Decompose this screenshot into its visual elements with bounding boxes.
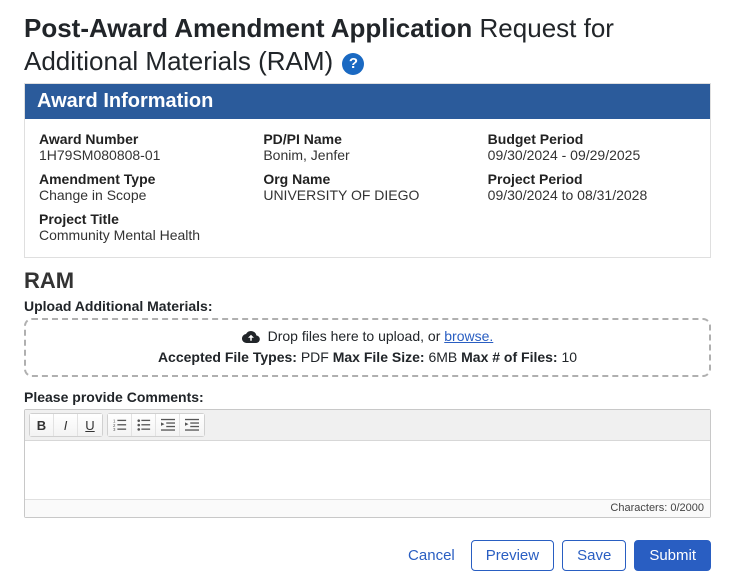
award-number-value: 1H79SM080808-01 bbox=[39, 147, 247, 163]
page-title: Post-Award Amendment Application Request… bbox=[24, 12, 711, 77]
cloud-upload-icon bbox=[242, 330, 260, 347]
unordered-list-button[interactable] bbox=[132, 414, 156, 436]
accepted-label: Accepted File Types: bbox=[158, 349, 301, 365]
browse-link[interactable]: browse. bbox=[444, 328, 493, 344]
amendment-type-value: Change in Scope bbox=[39, 187, 247, 203]
cancel-button[interactable]: Cancel bbox=[400, 541, 463, 570]
drop-text: Drop files here to upload, or bbox=[268, 328, 445, 344]
page-title-sub2: (RAM) bbox=[258, 46, 333, 76]
pdpi-value: Bonim, Jenfer bbox=[263, 147, 471, 163]
ordered-list-button[interactable]: 123 bbox=[108, 414, 132, 436]
project-title-label: Project Title bbox=[39, 211, 696, 227]
outdent-button[interactable] bbox=[156, 414, 180, 436]
comments-label: Please provide Comments: bbox=[24, 389, 711, 405]
submit-button[interactable]: Submit bbox=[634, 540, 711, 571]
char-count: Characters: 0/2000 bbox=[25, 499, 710, 517]
underline-button[interactable]: U bbox=[78, 414, 102, 436]
comments-textarea[interactable] bbox=[25, 441, 710, 499]
pdpi-label: PD/PI Name bbox=[263, 131, 471, 147]
award-panel-header: Award Information bbox=[25, 84, 710, 119]
award-grid: Award Number 1H79SM080808-01 PD/PI Name … bbox=[25, 119, 710, 257]
project-period-label: Project Period bbox=[488, 171, 696, 187]
save-button[interactable]: Save bbox=[562, 540, 626, 571]
actions-bar: Cancel Preview Save Submit bbox=[24, 540, 711, 571]
svg-text:3: 3 bbox=[113, 427, 116, 432]
org-name-value: UNIVERSITY OF DIEGO bbox=[263, 187, 471, 203]
help-icon[interactable]: ? bbox=[342, 53, 364, 75]
char-count-value: 0/2000 bbox=[670, 502, 704, 514]
page-title-main: Post-Award Amendment Application bbox=[24, 13, 472, 43]
amendment-type-label: Amendment Type bbox=[39, 171, 247, 187]
indent-button[interactable] bbox=[180, 414, 204, 436]
maxfiles-value: 10 bbox=[561, 349, 577, 365]
maxsize-label: Max File Size: bbox=[333, 349, 429, 365]
project-period-value: 09/30/2024 to 08/31/2028 bbox=[488, 187, 696, 203]
org-name-label: Org Name bbox=[263, 171, 471, 187]
preview-button[interactable]: Preview bbox=[471, 540, 554, 571]
accepted-value: PDF bbox=[301, 349, 333, 365]
maxfiles-label: Max # of Files: bbox=[461, 349, 561, 365]
upload-dropzone[interactable]: Drop files here to upload, or browse. Ac… bbox=[24, 318, 711, 377]
budget-period-value: 09/30/2024 - 09/29/2025 bbox=[488, 147, 696, 163]
project-title-value: Community Mental Health bbox=[39, 227, 696, 243]
award-number-label: Award Number bbox=[39, 131, 247, 147]
budget-period-label: Budget Period bbox=[488, 131, 696, 147]
char-count-prefix: Characters: bbox=[610, 502, 670, 514]
ram-heading: RAM bbox=[24, 268, 711, 294]
award-panel: Award Information Award Number 1H79SM080… bbox=[24, 83, 711, 258]
maxsize-value: 6MB bbox=[428, 349, 461, 365]
rich-text-editor: B I U 123 Characters: 0/2000 bbox=[24, 409, 711, 518]
bold-button[interactable]: B bbox=[30, 414, 54, 436]
editor-toolbar: B I U 123 bbox=[25, 410, 710, 441]
italic-button[interactable]: I bbox=[54, 414, 78, 436]
upload-label: Upload Additional Materials: bbox=[24, 298, 711, 314]
